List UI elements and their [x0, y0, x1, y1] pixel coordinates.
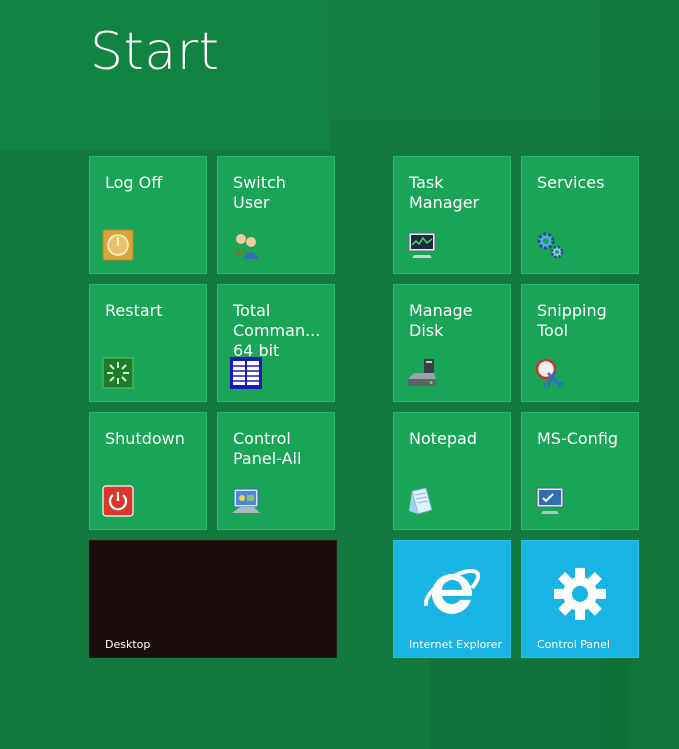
tile-manage-disk[interactable]: Manage Disk	[393, 284, 511, 402]
task-manager-icon	[408, 232, 436, 258]
tile-label: Task Manager	[409, 173, 480, 212]
shutdown-icon	[102, 485, 134, 517]
manage-disk-icon	[408, 359, 436, 386]
services-icon	[537, 232, 564, 259]
tile-log-off[interactable]: Log Off	[89, 156, 207, 274]
control-panel-all-icon	[232, 488, 260, 513]
log-off-icon	[102, 229, 134, 261]
restart-icon	[102, 357, 134, 389]
tile-label: Restart	[105, 301, 163, 320]
tile-control-panel[interactable]: Control Panel	[521, 540, 639, 658]
tile-ms-config[interactable]: MS-Config	[521, 412, 639, 530]
tile-label: MS-Config	[537, 429, 619, 448]
tile-label: Snipping Tool	[537, 301, 607, 340]
tile-switch-user[interactable]: Switch User	[217, 156, 335, 274]
tile-restart[interactable]: Restart	[89, 284, 207, 402]
tile-snipping-tool[interactable]: Snipping Tool	[521, 284, 639, 402]
tile-label: Manage Disk	[409, 301, 473, 340]
background-shape	[330, 0, 679, 120]
tile-label: Notepad	[409, 429, 477, 448]
total-commander-icon	[230, 357, 262, 389]
tile-label: Control Panel	[537, 638, 610, 651]
notepad-icon	[409, 487, 433, 515]
snipping-tool-icon	[535, 358, 565, 389]
page-title: Start	[90, 22, 220, 82]
gear-icon	[554, 567, 606, 620]
tile-control-panel-all[interactable]: Control Panel-All	[217, 412, 335, 530]
tile-label: Services	[537, 173, 605, 192]
switch-user-icon	[233, 234, 259, 259]
tile-task-manager[interactable]: Task Manager	[393, 156, 511, 274]
background-shape	[430, 660, 630, 749]
tile-shutdown[interactable]: Shutdown	[89, 412, 207, 530]
tile-label: Internet Explorer	[409, 638, 502, 651]
ms-config-icon	[536, 487, 564, 514]
tile-label: Switch User	[233, 173, 286, 212]
tile-label: Total Comman... 64 bit	[233, 301, 321, 360]
tile-desktop[interactable]: Desktop	[89, 540, 337, 658]
tile-services[interactable]: Services	[521, 156, 639, 274]
tile-total-commander[interactable]: Total Comman... 64 bit	[217, 284, 335, 402]
internet-explorer-icon	[423, 568, 481, 614]
tile-label: Log Off	[105, 173, 163, 192]
tile-label: Control Panel-All	[233, 429, 302, 468]
tile-internet-explorer[interactable]: Internet Explorer	[393, 540, 511, 658]
tile-notepad[interactable]: Notepad	[393, 412, 511, 530]
tile-label: Shutdown	[105, 429, 185, 448]
tile-label: Desktop	[105, 638, 151, 651]
